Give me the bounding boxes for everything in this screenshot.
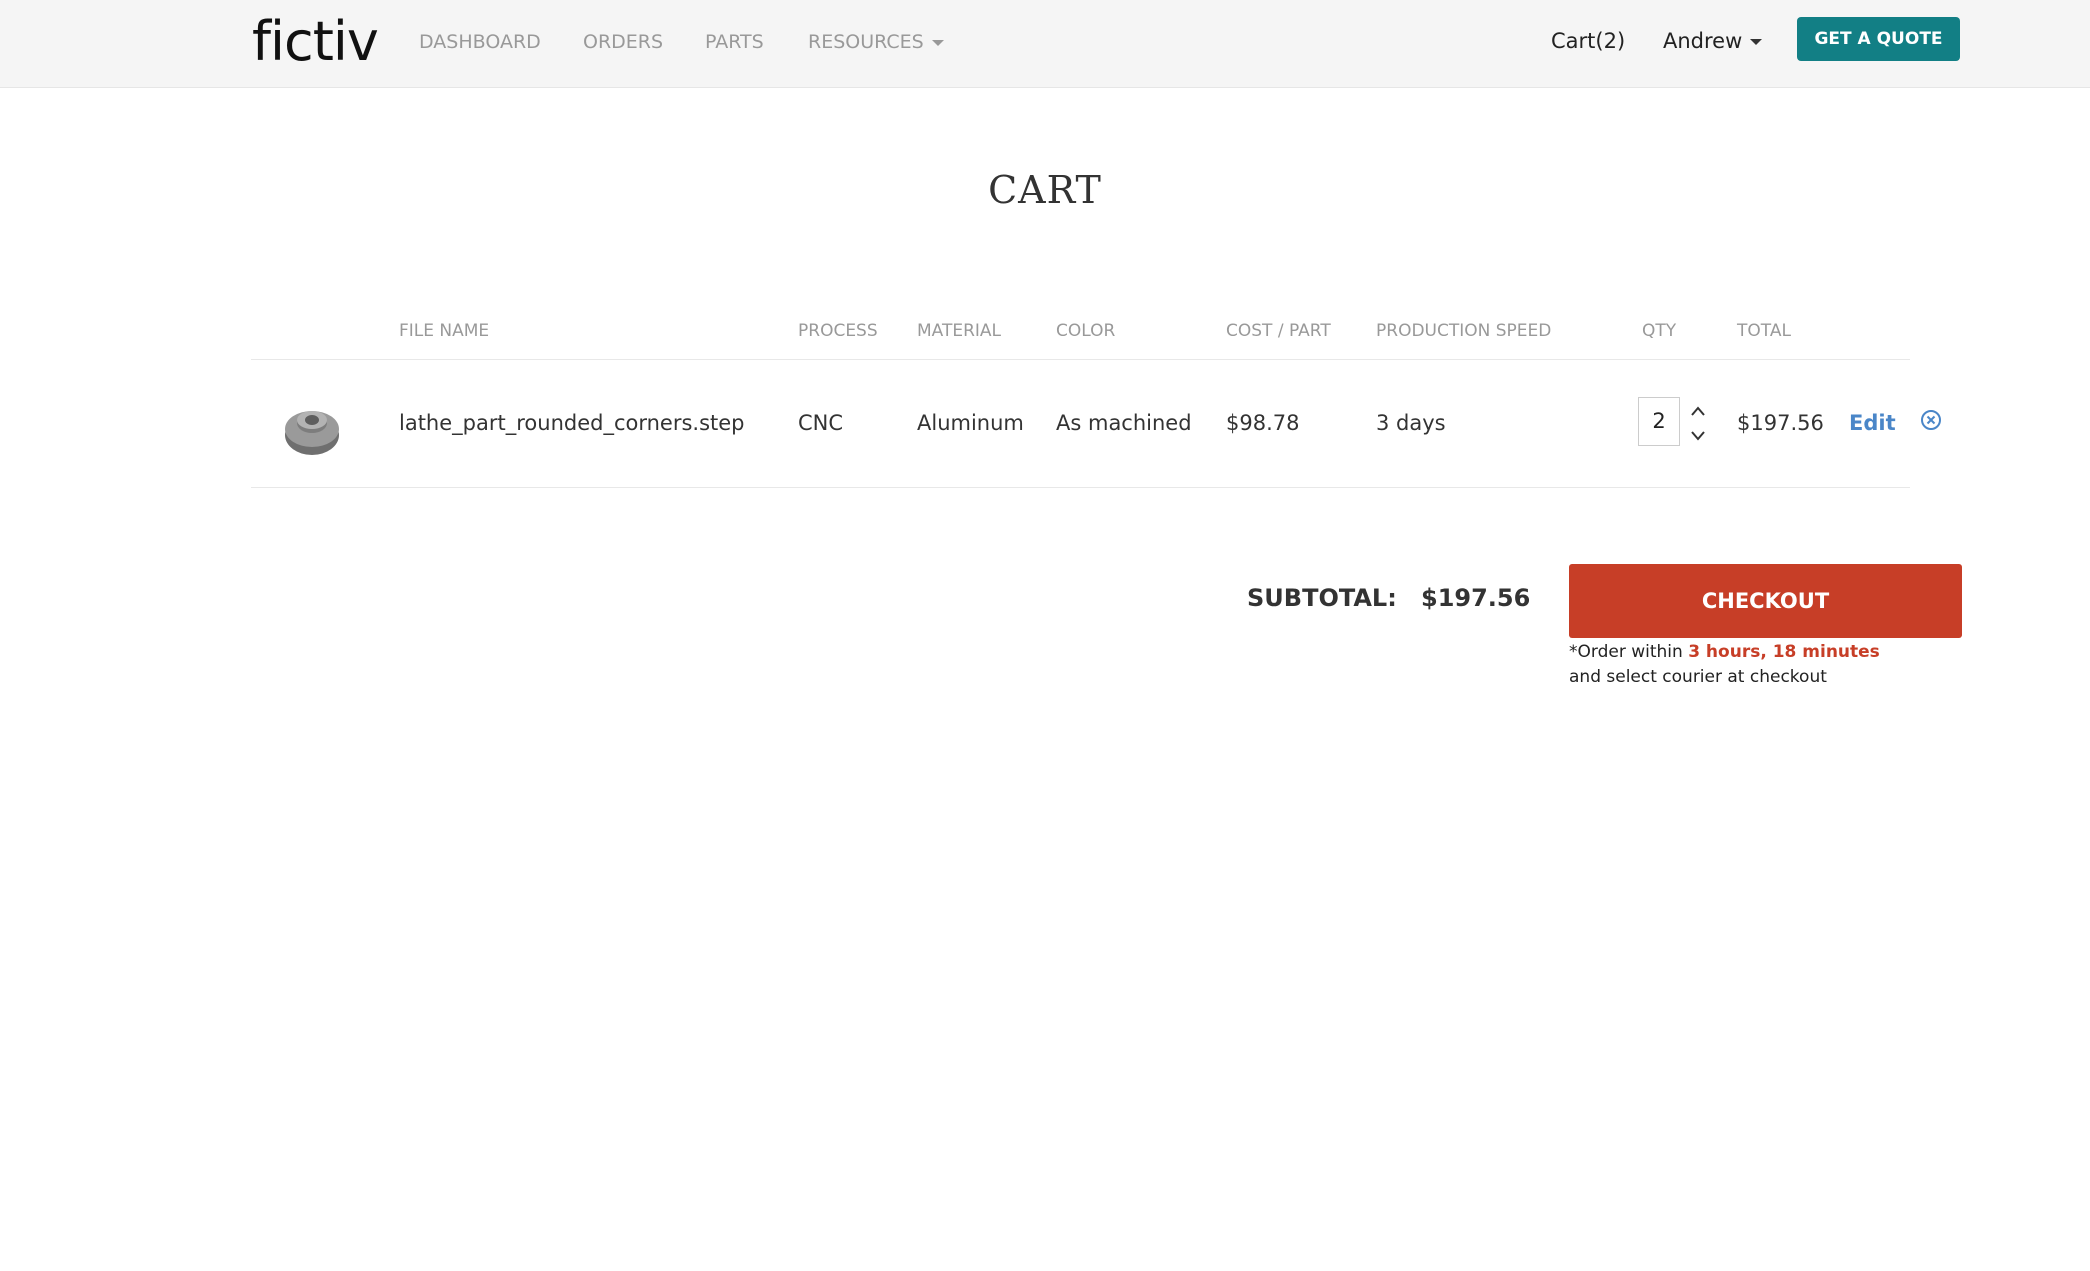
- caret-down-icon: [931, 39, 944, 46]
- edit-link[interactable]: Edit: [1849, 409, 1896, 437]
- table-header-divider: [251, 359, 1910, 360]
- chevron-up-icon[interactable]: [1690, 405, 1706, 417]
- row-total: $197.56: [1737, 411, 1824, 435]
- cart-link[interactable]: Cart(2): [1551, 28, 1625, 54]
- column-header-material: MATERIAL: [917, 321, 1002, 341]
- nav-resources-dropdown[interactable]: RESOURCES: [808, 30, 944, 54]
- nav-resources-label: RESOURCES: [808, 31, 924, 53]
- nav-dashboard[interactable]: DASHBOARD: [419, 30, 541, 54]
- top-navbar: fictiv DASHBOARD ORDERS PARTS RESOURCES …: [0, 0, 2090, 88]
- production-speed: 3 days: [1376, 411, 1446, 435]
- nav-orders[interactable]: ORDERS: [583, 30, 663, 54]
- fictiv-logo[interactable]: fictiv: [252, 12, 379, 72]
- subtotal-value: $197.56: [1421, 584, 1531, 612]
- color: As machined: [1056, 411, 1192, 435]
- notice-suffix: and select courier at checkout: [1569, 667, 1827, 687]
- column-header-qty: QTY: [1642, 321, 1677, 341]
- page-title: CART: [988, 168, 1102, 212]
- column-header-process: PROCESS: [798, 321, 878, 341]
- caret-down-icon: [1750, 39, 1763, 45]
- column-header-total: TOTAL: [1737, 321, 1791, 341]
- column-header-cost-per-part: COST / PART: [1226, 321, 1331, 341]
- column-header-color: COLOR: [1056, 321, 1116, 341]
- cnc-part-thumbnail[interactable]: [283, 403, 341, 457]
- quantity-input[interactable]: 2: [1638, 397, 1680, 446]
- cost-per-part: $98.78: [1226, 411, 1300, 435]
- shipping-notice: *Order within 3 hours, 18 minutes and se…: [1569, 640, 1880, 690]
- get-a-quote-button[interactable]: GET A QUOTE: [1797, 17, 1960, 61]
- process: CNC: [798, 411, 844, 435]
- subtotal-label: SUBTOTAL:: [1247, 584, 1397, 612]
- table-row-divider: [251, 487, 1910, 488]
- notice-prefix: *Order within: [1569, 642, 1689, 662]
- chevron-down-icon[interactable]: [1690, 430, 1706, 442]
- notice-time: 3 hours, 18 minutes: [1688, 642, 1880, 662]
- user-name: Andrew: [1663, 29, 1743, 53]
- material: Aluminum: [917, 411, 1024, 435]
- checkout-button[interactable]: CHECKOUT: [1569, 564, 1962, 638]
- column-header-production-speed: PRODUCTION SPEED: [1376, 321, 1552, 341]
- remove-circle-icon[interactable]: [1919, 408, 1943, 432]
- nav-parts[interactable]: PARTS: [705, 30, 764, 54]
- page: fictiv DASHBOARD ORDERS PARTS RESOURCES …: [0, 0, 2090, 1271]
- column-header-file-name: FILE NAME: [399, 321, 490, 341]
- user-menu-dropdown[interactable]: Andrew: [1663, 28, 1763, 54]
- file-name: lathe_part_rounded_corners.step: [399, 411, 745, 435]
